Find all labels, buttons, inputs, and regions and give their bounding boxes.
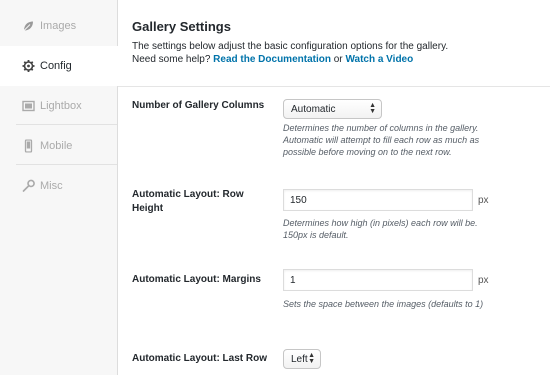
or-text: or <box>333 54 343 65</box>
sidebar-item-label: Images <box>40 20 77 32</box>
gear-icon <box>22 60 35 73</box>
help-prefix: Need some help? <box>132 54 211 65</box>
select-arrows-icon: ▲ ▼ <box>369 102 376 115</box>
sidebar-divider <box>16 124 117 125</box>
sidebar-item-config[interactable]: Config <box>0 46 119 86</box>
sidebar-item-label: Config <box>40 60 72 72</box>
video-link[interactable]: Watch a Video <box>345 54 413 65</box>
sidebar-item-images[interactable]: Images <box>0 6 117 46</box>
row-height-unit: px <box>478 195 489 206</box>
sidebar-item-label: Misc <box>40 180 63 192</box>
margins-help: Sets the space between the images (defau… <box>283 299 484 309</box>
settings-panel: Gallery Settings The settings below adju… <box>118 0 550 375</box>
columns-label: Number of Gallery Columns <box>132 100 265 111</box>
last-row-select[interactable]: Left ▲ ▼ <box>283 349 321 369</box>
settings-sidebar: Images Config Lightbox Mobile Misc <box>0 0 119 375</box>
settings-description: The settings below adjust the basic conf… <box>132 40 448 66</box>
sidebar-item-label: Mobile <box>40 140 73 152</box>
sidebar-item-mobile[interactable]: Mobile <box>0 126 117 166</box>
row-height-input[interactable] <box>283 189 473 211</box>
select-value: Left <box>291 353 308 365</box>
header-divider <box>118 86 550 87</box>
leaf-icon <box>22 20 35 33</box>
columns-help: Determines the number of columns in the … <box>283 123 480 157</box>
mobile-icon <box>22 139 35 153</box>
select-arrows-icon: ▲ ▼ <box>308 352 315 365</box>
sidebar-item-lightbox[interactable]: Lightbox <box>0 86 117 126</box>
sidebar-item-label: Lightbox <box>40 100 82 112</box>
wrench-icon <box>22 179 35 193</box>
margins-label: Automatic Layout: Margins <box>132 274 261 285</box>
lightbox-icon <box>22 100 35 113</box>
documentation-link[interactable]: Read the Documentation <box>213 54 331 65</box>
gallery-columns-select[interactable]: Automatic ▲ ▼ <box>283 99 382 119</box>
last-row-label: Automatic Layout: Last Row <box>132 353 268 364</box>
description-text: The settings below adjust the basic conf… <box>132 41 449 52</box>
page-title: Gallery Settings <box>132 19 231 34</box>
margins-unit: px <box>478 275 489 286</box>
select-value: Automatic <box>291 103 336 115</box>
sidebar-divider <box>16 164 117 165</box>
row-height-help: Determines how high (in pixels) each row… <box>283 218 478 240</box>
sidebar-item-misc[interactable]: Misc <box>0 166 117 206</box>
margins-input[interactable] <box>283 269 473 291</box>
row-height-label: Automatic Layout: Row Height <box>132 189 244 214</box>
